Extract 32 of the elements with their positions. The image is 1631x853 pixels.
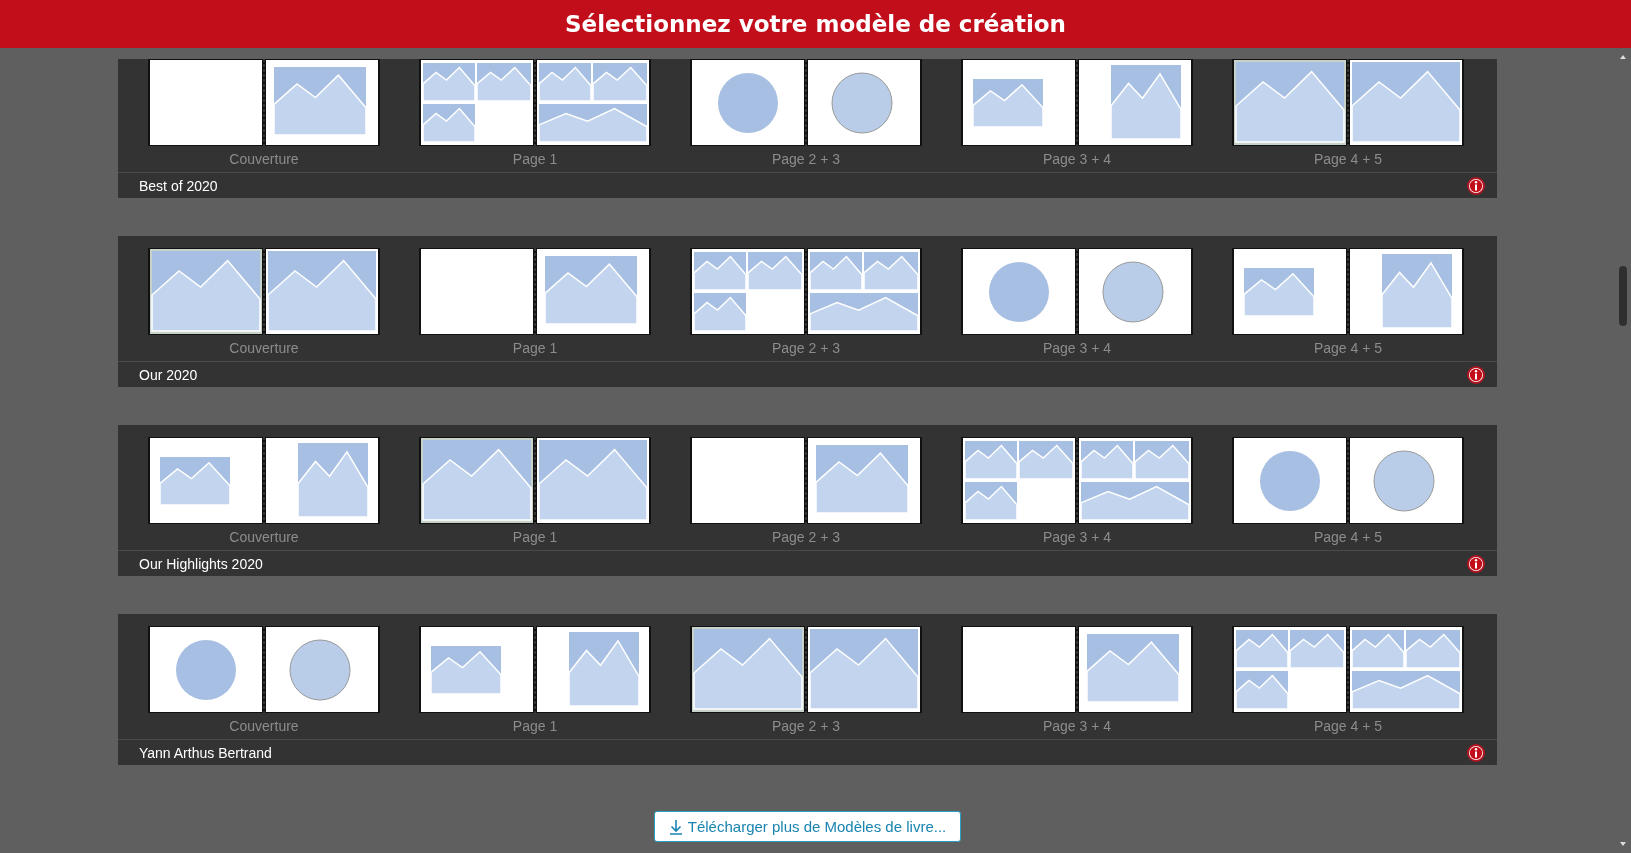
page-label: Page 3 + 4 — [1042, 150, 1112, 169]
page-label: Page 2 + 3 — [771, 339, 841, 358]
page-label: Page 4 + 5 — [1313, 339, 1383, 358]
page-label: Page 3 + 4 — [1042, 528, 1112, 547]
template-name: Yann Arthus Bertrand — [139, 744, 272, 761]
template-name: Our Highlights 2020 — [139, 555, 263, 572]
template-name: Our 2020 — [139, 366, 198, 383]
page-title: Sélectionnez votre modèle de création — [565, 11, 1066, 37]
page-label: Couverture — [229, 717, 299, 736]
download-icon — [668, 818, 683, 835]
info-icon[interactable] — [1467, 176, 1485, 195]
page-label: Couverture — [229, 528, 299, 547]
page-label: Page 1 — [512, 528, 558, 547]
page-label: Page 4 + 5 — [1313, 150, 1383, 169]
page-label: Page 4 + 5 — [1313, 528, 1383, 547]
page-label: Page 1 — [512, 339, 558, 358]
page-label: Page 1 — [512, 150, 558, 169]
page-label: Page 1 — [512, 717, 558, 736]
page-label: Page 2 + 3 — [771, 717, 841, 736]
page-label: Page 2 + 3 — [771, 528, 841, 547]
page-label: Couverture — [229, 150, 299, 169]
info-icon[interactable] — [1467, 554, 1485, 573]
template-name: Best of 2020 — [139, 177, 218, 194]
info-icon[interactable] — [1467, 365, 1485, 384]
page-label: Page 3 + 4 — [1042, 717, 1112, 736]
info-icon[interactable] — [1467, 743, 1485, 762]
page-label: Page 3 + 4 — [1042, 339, 1112, 358]
scrollbar-thumb[interactable] — [1619, 266, 1627, 326]
page-label: Page 2 + 3 — [771, 150, 841, 169]
download-button[interactable]: Télécharger plus de Modèles de livre... — [653, 811, 962, 842]
page-label: Couverture — [229, 339, 299, 358]
page-label: Page 4 + 5 — [1313, 717, 1383, 736]
